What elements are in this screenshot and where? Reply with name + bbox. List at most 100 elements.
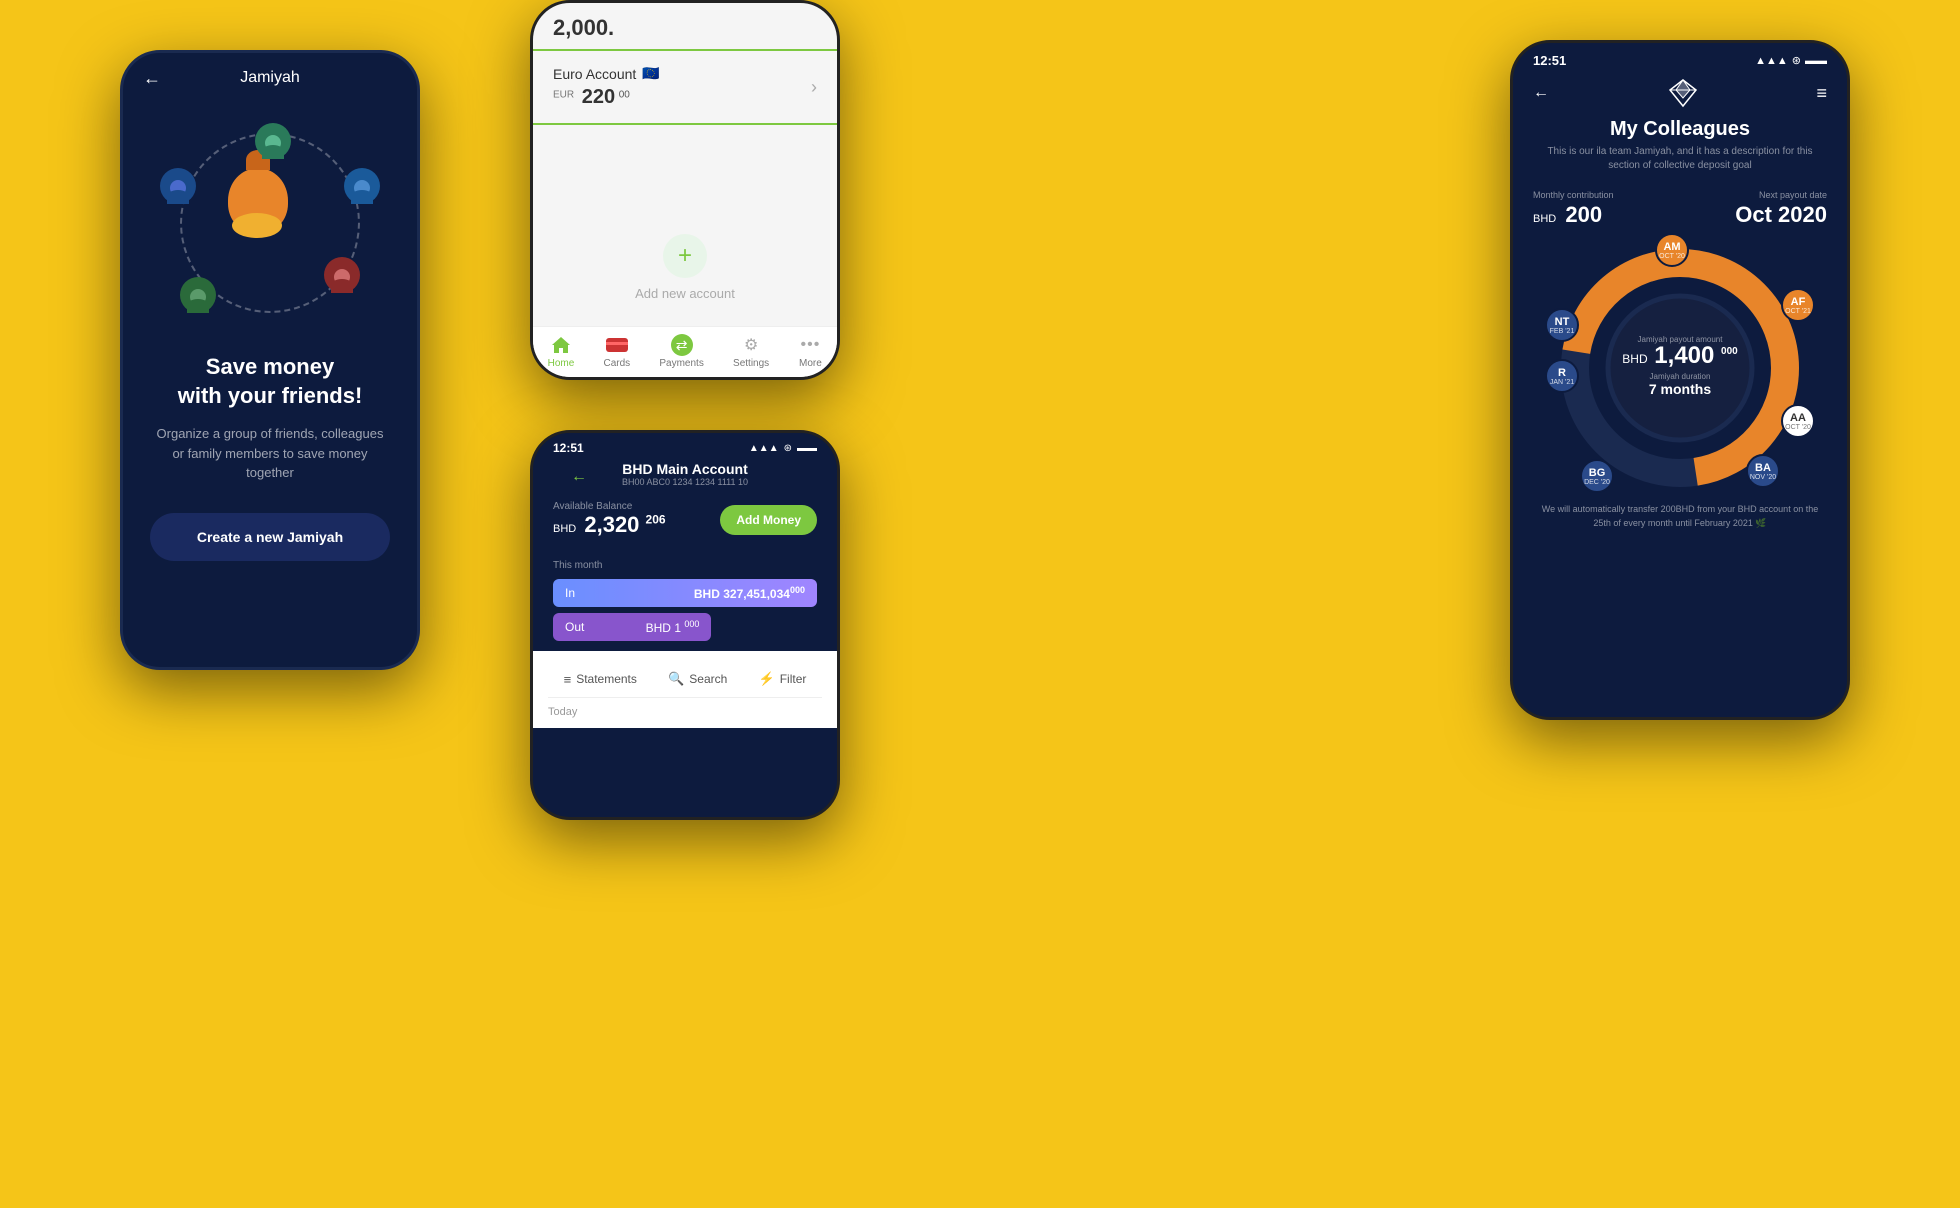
- diamond-icon: [1668, 78, 1698, 108]
- avatar-ba: BA NOV '20: [1746, 454, 1780, 488]
- filter-item[interactable]: ⚡ Filter: [759, 671, 807, 687]
- signal-icon: ▲▲▲: [1755, 55, 1788, 67]
- search-label: Search: [689, 672, 727, 686]
- nav-cards-label: Cards: [603, 358, 630, 369]
- duration-value: 7 months: [1622, 381, 1737, 397]
- phone3-bottom: ≡ Statements 🔍 Search ⚡ Filter Today: [533, 651, 837, 728]
- phone3-back[interactable]: ←: [551, 452, 607, 496]
- nav-settings-label: Settings: [733, 358, 769, 369]
- next-payout-value: Oct 2020: [1735, 202, 1827, 228]
- next-payout-label: Next payout date: [1735, 190, 1827, 200]
- add-money-button[interactable]: Add Money: [720, 505, 817, 535]
- this-month-section: This month In BHD 327,451,034000 Out BHD…: [533, 550, 837, 651]
- settings-icon: ⚙: [739, 335, 763, 355]
- out-bar: Out BHD 1 000: [553, 613, 711, 641]
- statements-item[interactable]: ≡ Statements: [564, 672, 637, 687]
- nav-more[interactable]: ••• More: [798, 335, 822, 369]
- person-bottom-right: [324, 257, 360, 293]
- jamiyah-illustration: [150, 113, 390, 333]
- home-icon: [549, 335, 573, 355]
- nav-cards[interactable]: Cards: [603, 335, 630, 369]
- account-item-euro[interactable]: Euro Account 🇪🇺 EUR 220 00: [533, 51, 837, 125]
- phone4-title: My Colleagues: [1533, 118, 1827, 141]
- phone3-title: BHD Main Account: [622, 461, 748, 477]
- nav-more-label: More: [799, 358, 822, 369]
- phone3-acct-number: BH00 ABC0 1234 1234 1111 10: [622, 477, 748, 487]
- today-label: Today: [548, 698, 822, 718]
- phone4-title-section: My Colleagues This is our ila team Jamiy…: [1513, 118, 1847, 185]
- person-left: [160, 168, 196, 204]
- balance-label: Available Balance: [553, 501, 666, 512]
- accounts-list: Euro Account 🇪🇺 EUR 220 00: [533, 51, 837, 209]
- add-circle-icon: +: [663, 234, 707, 278]
- add-account-label: Add new account: [635, 286, 735, 301]
- phone1-sub-text: Organize a group of friends, colleagues …: [153, 424, 387, 483]
- phone1-header: ← Jamiyah: [123, 53, 417, 103]
- statements-bar: ≡ Statements 🔍 Search ⚡ Filter: [548, 661, 822, 698]
- avatar-am: AM OCT '20: [1655, 233, 1689, 267]
- phone4-nav: ← ≡: [1513, 73, 1847, 118]
- monthly-contribution-value: BHD 200: [1533, 202, 1614, 228]
- person-right: [344, 168, 380, 204]
- search-item[interactable]: 🔍 Search: [668, 671, 727, 687]
- phone4-time: 12:51: [1533, 53, 1566, 68]
- more-icon: •••: [798, 335, 822, 355]
- bottom-nav: Home Cards ⇄ Payments ⚙ Settings: [533, 326, 837, 377]
- phone4-back-icon[interactable]: ←: [1533, 84, 1549, 102]
- phone-accounts: 2,000. Euro Account 🇪🇺 EUR 220 00: [530, 0, 840, 380]
- contribution-row: Monthly contribution BHD 200 Next payout…: [1513, 185, 1847, 238]
- nav-home[interactable]: Home: [548, 335, 575, 369]
- nav-payments-label: Payments: [659, 358, 703, 369]
- menu-icon[interactable]: ≡: [1816, 83, 1827, 104]
- filter-icon: ⚡: [759, 671, 775, 687]
- avatar-aa: AA OCT '20: [1781, 404, 1815, 438]
- duration-label: Jamiyah duration: [1622, 372, 1737, 381]
- account-name-euro: Euro Account 🇪🇺: [553, 65, 811, 82]
- balance-section: Available Balance BHD 2,320 206 Add Mone…: [533, 491, 837, 550]
- top-balance-amount: 2,000.: [553, 15, 817, 41]
- back-icon[interactable]: ←: [143, 68, 161, 89]
- phone4-statusbar: 12:51 ▲▲▲ ⊛ ▬▬: [1513, 43, 1847, 73]
- phone4-footer-text: We will automatically transfer 200BHD fr…: [1513, 493, 1847, 545]
- in-amount: BHD 327,451,034000: [694, 585, 805, 601]
- person-top: [255, 123, 291, 159]
- top-balance: 2,000.: [533, 3, 837, 51]
- chevron-right-icon: [811, 77, 817, 98]
- balance-amount: BHD 2,320 206: [553, 512, 666, 538]
- nav-settings[interactable]: ⚙ Settings: [733, 335, 769, 369]
- avatar-nt: NT FEB '21: [1545, 308, 1579, 342]
- statements-icon: ≡: [564, 672, 572, 687]
- create-jamiyah-button[interactable]: Create a new Jamiyah: [150, 513, 390, 561]
- phone1-title: Jamiyah: [240, 69, 300, 87]
- avatar-bg: BG DEC '20: [1580, 459, 1614, 493]
- donut-section: Jamiyah payout amount BHD 1,400 000 Jami…: [1550, 238, 1810, 493]
- in-bar: In BHD 327,451,034000: [553, 579, 817, 607]
- phone-colleagues: 12:51 ▲▲▲ ⊛ ▬▬ ← ≡ My Colleagues This is…: [1510, 40, 1850, 720]
- euro-flag: 🇪🇺: [642, 65, 659, 82]
- filter-label: Filter: [780, 672, 807, 686]
- cards-icon: [605, 335, 629, 355]
- nav-payments[interactable]: ⇄ Payments: [659, 335, 703, 369]
- monthly-contribution-label: Monthly contribution: [1533, 190, 1614, 200]
- avatar-r: R JAN '21: [1545, 359, 1579, 393]
- search-icon: 🔍: [668, 671, 684, 687]
- wifi-icon: ⊛: [1792, 54, 1801, 67]
- statements-label: Statements: [576, 672, 637, 686]
- payments-icon: ⇄: [670, 335, 694, 355]
- person-bottom-left: [180, 277, 216, 313]
- add-account-button[interactable]: + Add new account: [533, 209, 837, 326]
- phone3-status-icons: ▲▲▲ ⊛ ▬▬: [749, 443, 817, 454]
- battery-icon: ▬▬: [1805, 55, 1827, 67]
- phone1-text-block: Save moneywith your friends! Organize a …: [123, 353, 417, 483]
- this-month-label: This month: [553, 560, 817, 571]
- payout-amount-value: BHD 1,400 000: [1622, 344, 1737, 368]
- phone1-main-text: Save moneywith your friends!: [153, 353, 387, 410]
- phone-jamiyah-intro: ← Jamiyah Save moneywith your fri: [120, 50, 420, 670]
- donut-center: Jamiyah payout amount BHD 1,400 000 Jami…: [1622, 335, 1737, 397]
- phone-bhd-account: 12:51 ▲▲▲ ⊛ ▬▬ ← BHD Main Account BH00 A…: [530, 430, 840, 820]
- coins: [232, 213, 282, 238]
- account-balance-euro: EUR 220 00: [553, 86, 811, 109]
- avatar-af: AF OCT '21: [1781, 288, 1815, 322]
- phone4-subtitle: This is our ila team Jamiyah, and it has…: [1533, 145, 1827, 173]
- nav-home-label: Home: [548, 358, 575, 369]
